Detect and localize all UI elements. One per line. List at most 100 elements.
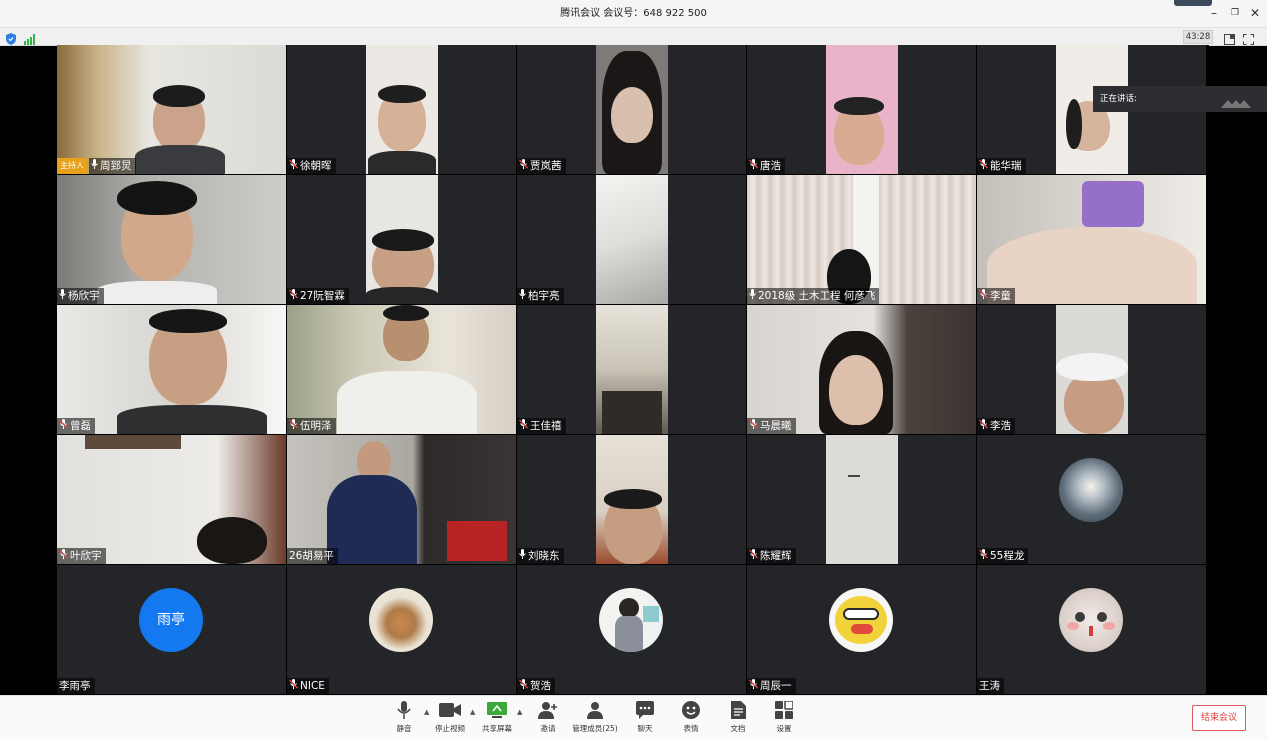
participant-video: [596, 435, 668, 564]
mic-muted-icon: [749, 678, 758, 694]
layout-icon[interactable]: [1224, 30, 1235, 49]
mic-muted-icon: [979, 418, 988, 434]
minimize-button[interactable]: –: [1205, 4, 1223, 22]
participant-name: 李雨亭: [57, 678, 95, 694]
mic-muted-icon: [289, 678, 298, 694]
mic-muted-icon: [979, 158, 988, 174]
participant-name: 唐浩: [747, 158, 785, 174]
avatar: [1059, 588, 1123, 652]
meeting-timer: 43:28: [1183, 30, 1213, 44]
participant-name: 55程龙: [977, 548, 1029, 564]
end-meeting-button[interactable]: 结束会议: [1192, 705, 1246, 731]
mic-muted-icon: [979, 288, 988, 304]
collapse-icon[interactable]: [1221, 93, 1251, 119]
participant-video: [57, 175, 286, 304]
avatar: [599, 588, 663, 652]
participant-tile[interactable]: 主持人 周郅炅: [57, 45, 286, 174]
participant-video: [596, 305, 668, 434]
bottom-toolbar: 静音 ▲ 停止视频 ▲ 共享屏幕 ▲ 邀请 管理成员(25) 聊天 表情 文档 …: [0, 695, 1267, 740]
participant-video: [287, 435, 516, 564]
participant-video: [1056, 305, 1128, 434]
mic-muted-icon: [519, 158, 528, 174]
participant-tile[interactable]: 2018级 土木工程 何彦飞: [747, 175, 976, 304]
participant-tile[interactable]: 陈耀辉: [747, 435, 976, 564]
mic-muted-icon: [519, 678, 528, 694]
participant-video: [366, 175, 438, 304]
window-title: 腾讯会议 会议号：648 922 500: [560, 8, 707, 19]
mic-muted-icon: [289, 418, 298, 434]
participant-tile[interactable]: 27阮智霖: [287, 175, 516, 304]
participant-name: 周辰一: [747, 678, 796, 694]
fullscreen-icon[interactable]: [1243, 30, 1254, 49]
mic-muted-icon: [59, 418, 68, 434]
mic-muted-icon: [289, 288, 298, 304]
avatar: [829, 588, 893, 652]
participant-tile[interactable]: 徐朝晖: [287, 45, 516, 174]
participant-video: [826, 45, 898, 174]
mic-muted-icon: [979, 548, 988, 564]
participant-name: 柏宇亮: [517, 288, 564, 304]
participant-name: 26胡易平: [287, 548, 338, 564]
participant-tile[interactable]: 李童: [977, 175, 1206, 304]
participant-video: [977, 175, 1206, 304]
close-button[interactable]: ✕: [1246, 4, 1264, 22]
mic-muted-icon: [59, 548, 68, 564]
participant-name: 曾磊: [57, 418, 95, 434]
participant-tile[interactable]: 曾磊: [57, 305, 286, 434]
participant-video: [596, 45, 668, 174]
participant-name: 贾岚茜: [517, 158, 566, 174]
participant-name: NICE: [287, 678, 329, 694]
participant-tile[interactable]: 雨亭 李雨亭: [57, 565, 286, 694]
participant-tile[interactable]: 王涛: [977, 565, 1206, 694]
participant-name: 徐朝晖: [287, 158, 336, 174]
participant-tile[interactable]: 唐浩: [747, 45, 976, 174]
avatar-initials: 雨亭: [157, 612, 185, 628]
participant-name: 周郅炅: [89, 158, 136, 174]
restore-button[interactable]: ❐: [1226, 4, 1244, 22]
apps-grid-icon: [754, 700, 814, 720]
avatar: 雨亭: [139, 588, 203, 652]
participant-tile[interactable]: 周辰一: [747, 565, 976, 694]
participant-tile[interactable]: 叶欣宇: [57, 435, 286, 564]
participant-tile[interactable]: 王佳禧: [517, 305, 746, 434]
participant-video: [57, 45, 286, 174]
mic-muted-icon: [749, 548, 758, 564]
participant-video: [366, 45, 438, 174]
participant-name: 王涛: [977, 678, 1004, 694]
avatar: [369, 588, 433, 652]
participant-name: 杨欣宇: [57, 288, 104, 304]
mic-icon: [519, 548, 526, 564]
participant-name: 2018级 土木工程 何彦飞: [747, 288, 880, 304]
mic-icon: [519, 288, 526, 304]
participant-video: [826, 435, 898, 564]
participant-video: [57, 435, 286, 564]
participant-tile[interactable]: 刘晓东: [517, 435, 746, 564]
mic-icon: [749, 288, 756, 304]
participant-name: 李童: [977, 288, 1015, 304]
title-bar: 腾讯会议 会议号：648 922 500 – ❐ ✕: [0, 0, 1267, 28]
participant-tile[interactable]: 贾岚茜: [517, 45, 746, 174]
speaking-label: 正在讲话:: [1100, 94, 1137, 104]
participant-tile[interactable]: 26胡易平: [287, 435, 516, 564]
participant-name: 陈耀辉: [747, 548, 796, 564]
mic-icon: [91, 158, 98, 174]
participant-name: 伍明泽: [287, 418, 336, 434]
participant-tile[interactable]: NICE: [287, 565, 516, 694]
participant-tile[interactable]: 贺浩: [517, 565, 746, 694]
speaking-indicator: 正在讲话:: [1093, 86, 1267, 112]
host-tag: 主持人: [57, 158, 87, 174]
participant-name: 27阮智霖: [287, 288, 349, 304]
shield-icon[interactable]: [6, 30, 16, 49]
participant-tile[interactable]: 李浩: [977, 305, 1206, 434]
participant-name: 贺浩: [517, 678, 555, 694]
participant-tile[interactable]: 55程龙: [977, 435, 1206, 564]
participant-tile[interactable]: 马晨曦: [747, 305, 976, 434]
participant-tile[interactable]: 柏宇亮: [517, 175, 746, 304]
avatar: [1059, 458, 1123, 522]
participant-tile[interactable]: 伍明泽: [287, 305, 516, 434]
participant-name: 能华瑞: [977, 158, 1026, 174]
signal-icon[interactable]: [24, 30, 36, 49]
settings-button[interactable]: 设置: [754, 700, 814, 734]
participant-name: 叶欣宇: [57, 548, 106, 564]
participant-tile[interactable]: 杨欣宇: [57, 175, 286, 304]
